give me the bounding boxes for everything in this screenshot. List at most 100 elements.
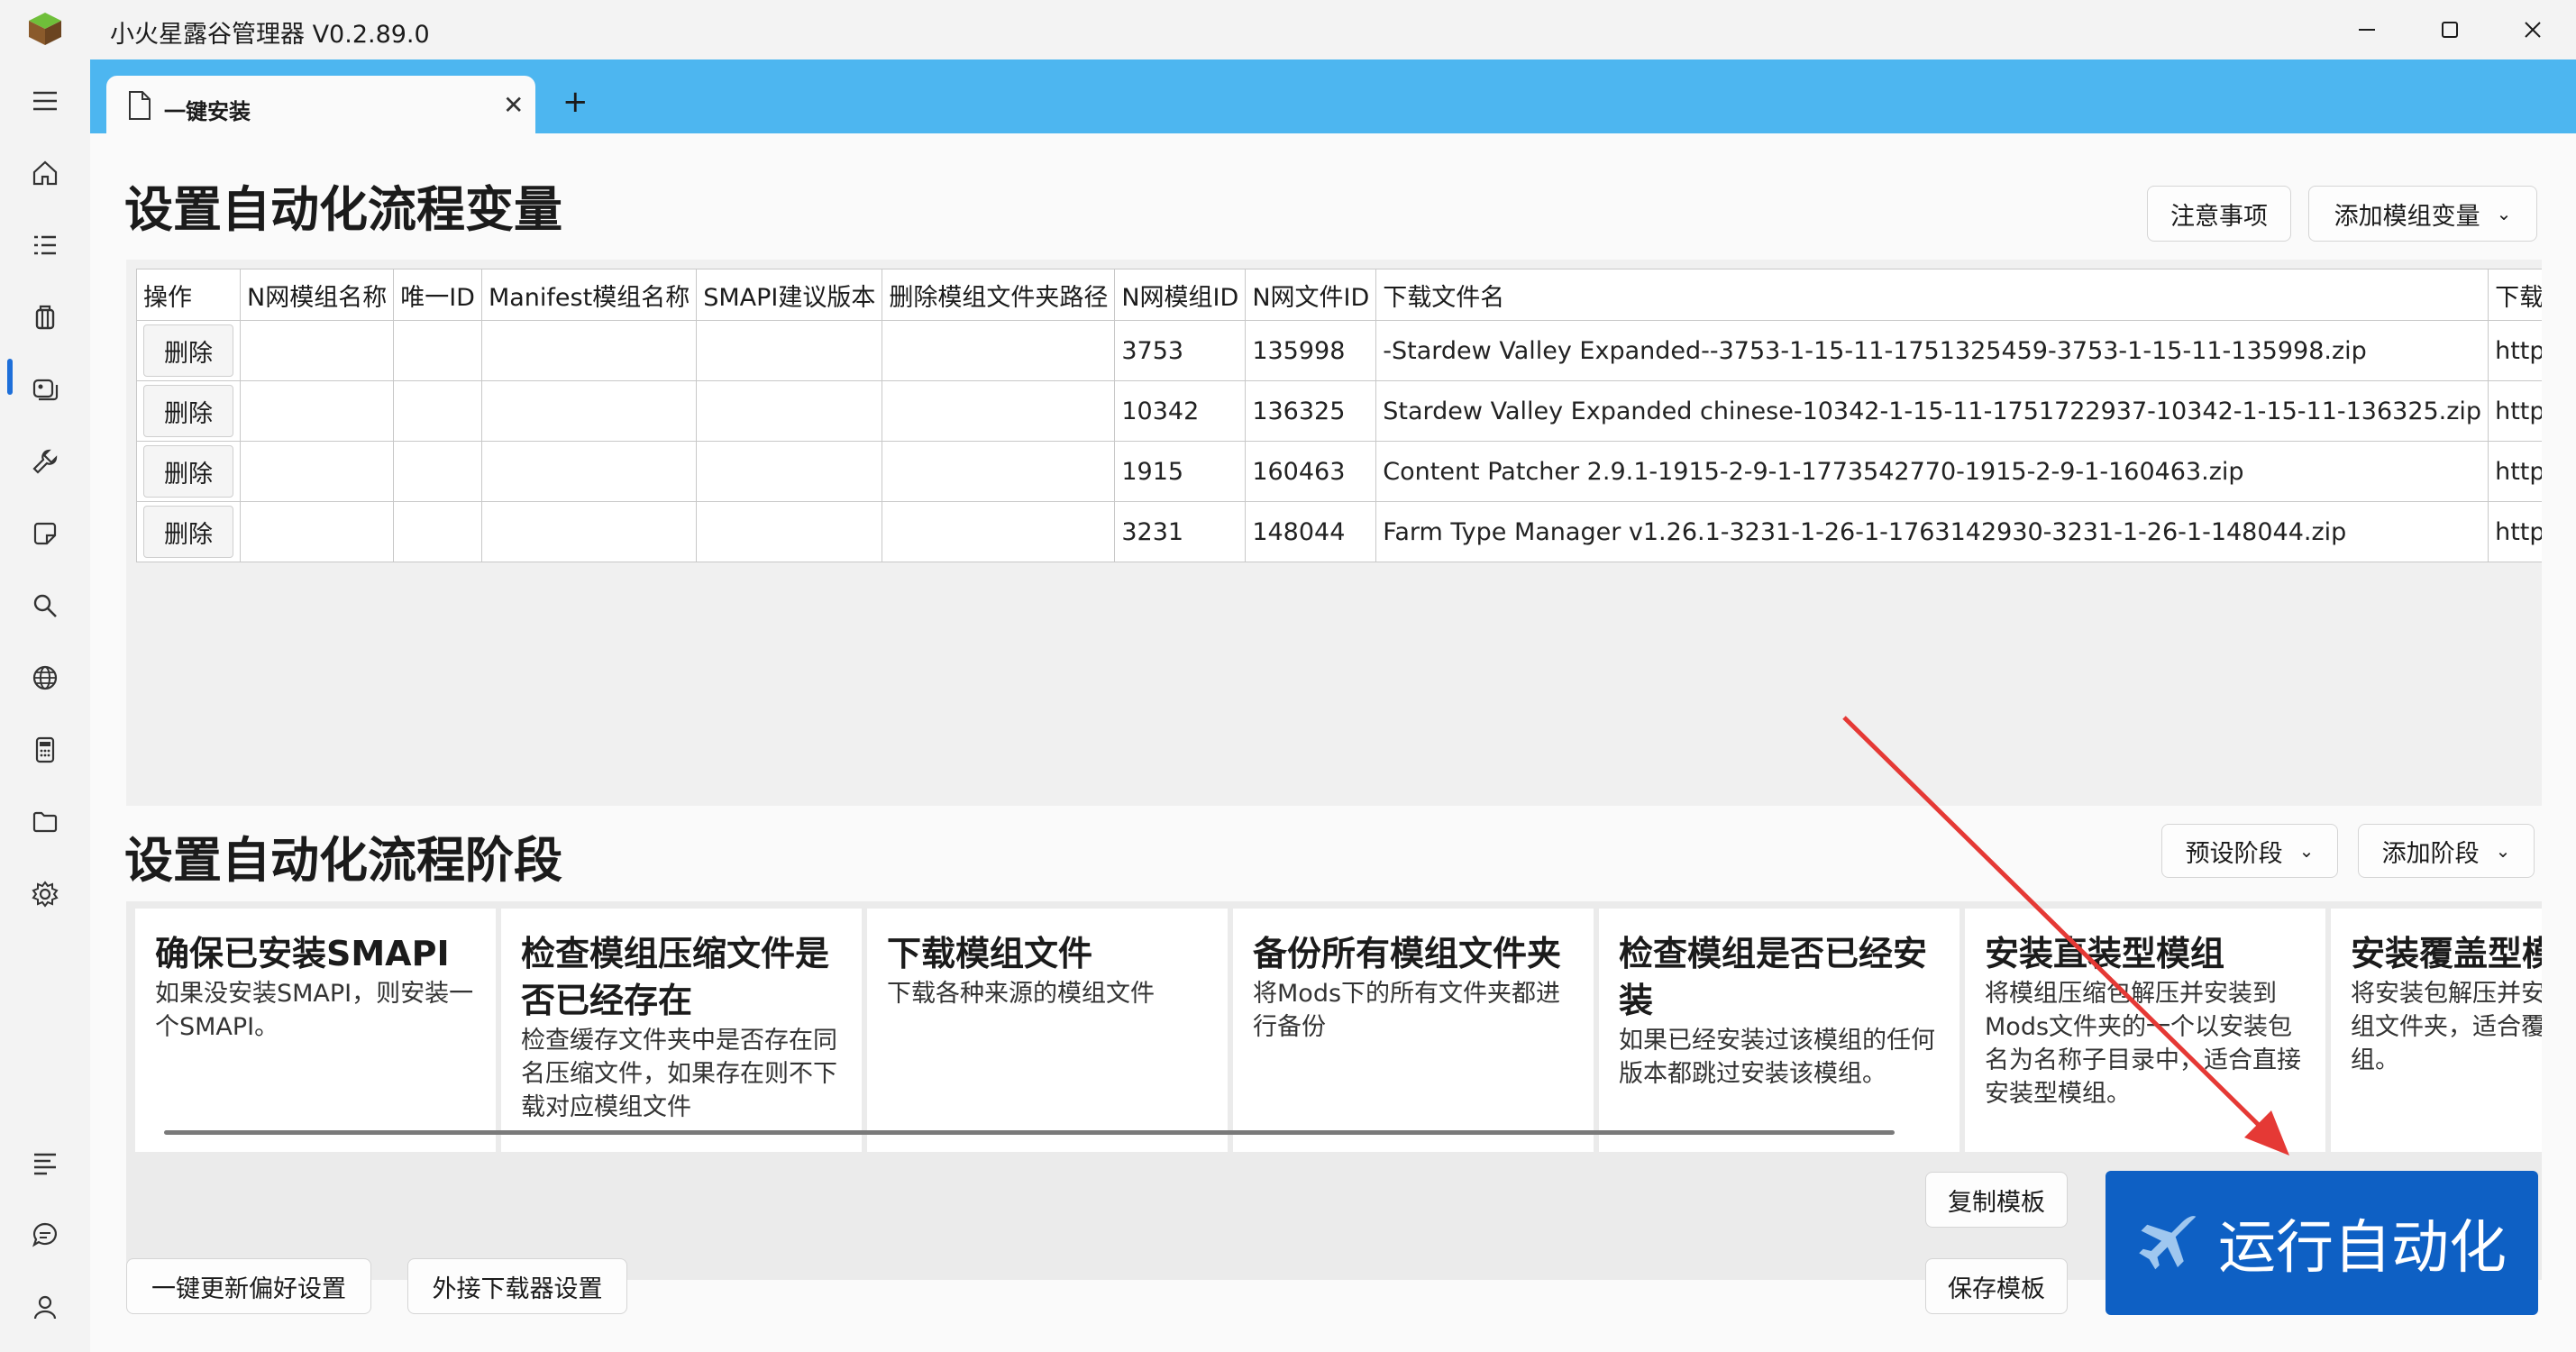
table-cell[interactable] <box>480 501 698 562</box>
variables-table: 操作 N网模组名称 唯一ID Manifest模组名称 SMAPI建议版本 删除… <box>136 269 2542 562</box>
table-cell[interactable] <box>239 380 395 442</box>
stage-description: 下载各种来源的模组文件 <box>887 980 1155 1008</box>
minimize-icon <box>2359 29 2375 31</box>
package-icon[interactable] <box>25 297 65 337</box>
note-icon[interactable] <box>25 514 65 553</box>
add-stage-button[interactable]: 添加阶段 ⌄ <box>2358 824 2535 878</box>
column-header[interactable]: 删除模组文件夹路径 <box>882 269 1116 321</box>
close-button[interactable] <box>2491 0 2574 59</box>
delete-button[interactable]: 删除 <box>143 506 233 558</box>
table-cell[interactable] <box>480 380 698 442</box>
table-cell[interactable]: Content Patcher 2.9.1-1915-2-9-1-1773542… <box>1375 441 2489 502</box>
stage-card[interactable]: 安装直装型模组 将模组压缩包解压并安装到Mods文件夹的一个以安装包名为名称子目… <box>1965 909 2325 1152</box>
column-header[interactable]: N网文件ID <box>1245 269 1377 321</box>
column-header[interactable]: 操作 <box>136 269 241 321</box>
table-cell[interactable]: https <box>2488 501 2542 562</box>
calculator-icon[interactable] <box>25 730 65 770</box>
delete-button[interactable]: 删除 <box>143 324 233 377</box>
main-content: 设置自动化流程变量 注意事项 添加模组变量 ⌄ 操作 N网模组名称 唯一ID Ma… <box>90 133 2576 1352</box>
table-cell[interactable] <box>393 380 482 442</box>
globe-icon[interactable] <box>25 658 65 698</box>
stages-scrollbar[interactable] <box>164 1130 1895 1135</box>
tab-one-click-install[interactable]: 一键安装 ✕ <box>106 76 535 135</box>
run-automation-button[interactable]: 运行自动化 <box>2106 1171 2538 1315</box>
column-header[interactable]: 唯一ID <box>393 269 482 321</box>
settings-icon[interactable] <box>25 874 65 914</box>
table-cell[interactable] <box>882 441 1116 502</box>
delete-button[interactable]: 删除 <box>143 445 233 498</box>
search-icon[interactable] <box>25 586 65 626</box>
table-cell[interactable]: 135998 <box>1245 320 1377 381</box>
document-icon <box>129 91 151 120</box>
table-cell[interactable] <box>882 501 1116 562</box>
table-cell[interactable]: 1915 <box>1114 441 1247 502</box>
folder-icon[interactable] <box>25 802 65 842</box>
stage-card[interactable]: 安装覆盖型模组 将安装包解压并安装的一个模组文件夹，适合覆盖型安装模组。 <box>2331 909 2542 1152</box>
add-variable-button[interactable]: 添加模组变量 ⌄ <box>2308 186 2537 242</box>
table-cell[interactable]: 10342 <box>1114 380 1247 442</box>
add-tab-button[interactable]: + <box>562 87 589 117</box>
update-preferences-button[interactable]: 一键更新偏好设置 <box>126 1258 371 1314</box>
table-cell[interactable] <box>882 320 1116 381</box>
wrench-icon[interactable] <box>25 442 65 481</box>
table-cell[interactable]: https <box>2488 320 2542 381</box>
stage-card[interactable]: 确保已安装SMAPI 如果没安装SMAPI，则安装一个SMAPI。 <box>135 909 496 1152</box>
table-cell[interactable]: 3753 <box>1114 320 1247 381</box>
table-cell[interactable] <box>239 441 395 502</box>
table-cell[interactable] <box>882 380 1116 442</box>
delete-button[interactable]: 删除 <box>143 385 233 437</box>
column-header[interactable]: 下载文件名 <box>1375 269 2489 321</box>
chat-icon[interactable] <box>25 1215 65 1255</box>
stage-description: 将安装包解压并安装的一个模组文件夹，适合覆盖型安装模组。 <box>2351 980 2542 1074</box>
maximize-button[interactable] <box>2408 0 2491 59</box>
table-cell[interactable] <box>696 320 883 381</box>
stage-description: 如果没安装SMAPI，则安装一个SMAPI。 <box>155 980 474 1041</box>
column-header[interactable]: N网模组名称 <box>239 269 395 321</box>
minimize-button[interactable] <box>2325 0 2408 59</box>
table-cell[interactable]: Stardew Valley Expanded chinese-10342-1-… <box>1375 380 2489 442</box>
table-cell[interactable] <box>393 501 482 562</box>
stage-card[interactable]: 下载模组文件 下载各种来源的模组文件 <box>867 909 1228 1152</box>
table-cell[interactable] <box>239 501 395 562</box>
stages-section-title: 设置自动化流程阶段 <box>124 832 562 889</box>
table-cell[interactable] <box>696 441 883 502</box>
table-cell[interactable]: 160463 <box>1245 441 1377 502</box>
stage-card[interactable]: 检查模组是否已经安装 如果已经安装过该模组的任何版本都跳过安装该模组。 <box>1599 909 1959 1152</box>
table-cell[interactable] <box>696 501 883 562</box>
preset-stage-button[interactable]: 预设阶段 ⌄ <box>2161 824 2338 878</box>
maximize-icon <box>2442 22 2458 38</box>
images-icon[interactable] <box>25 370 65 409</box>
column-header[interactable]: N网模组ID <box>1114 269 1247 321</box>
save-template-button[interactable]: 保存模板 <box>1925 1258 2068 1314</box>
table-cell[interactable] <box>393 441 482 502</box>
table-cell[interactable]: https <box>2488 380 2542 442</box>
user-icon[interactable] <box>25 1287 65 1327</box>
table-cell[interactable] <box>696 380 883 442</box>
downloader-settings-button[interactable]: 外接下载器设置 <box>407 1258 627 1314</box>
table-cell[interactable]: 3231 <box>1114 501 1247 562</box>
table-cell[interactable] <box>239 320 395 381</box>
table-cell[interactable]: 148044 <box>1245 501 1377 562</box>
table-cell[interactable] <box>393 320 482 381</box>
list-icon[interactable] <box>25 225 65 265</box>
notes-button[interactable]: 注意事项 <box>2147 186 2291 242</box>
menu-lines-icon[interactable] <box>25 1143 65 1183</box>
home-icon[interactable] <box>25 153 65 193</box>
table-cell[interactable]: https <box>2488 441 2542 502</box>
stage-card[interactable]: 备份所有模组文件夹 将Mods下的所有文件夹都进行备份 <box>1233 909 1594 1152</box>
table-cell[interactable]: -Stardew Valley Expanded--3753-1-15-11-1… <box>1375 320 2489 381</box>
table-cell[interactable]: 136325 <box>1245 380 1377 442</box>
column-header[interactable]: Manifest模组名称 <box>480 269 698 321</box>
variables-grid: 操作 N网模组名称 唯一ID Manifest模组名称 SMAPI建议版本 删除… <box>126 260 2542 806</box>
table-cell[interactable] <box>480 441 698 502</box>
app-logo-icon <box>29 13 61 45</box>
tab-close-icon[interactable]: ✕ <box>503 90 524 120</box>
copy-template-button[interactable]: 复制模板 <box>1925 1172 2068 1228</box>
column-header[interactable]: SMAPI建议版本 <box>696 269 883 321</box>
app-title: 小火星露谷管理器 V0.2.89.0 <box>110 21 430 49</box>
column-header[interactable]: 下载页 <box>2488 269 2542 321</box>
table-cell[interactable] <box>480 320 698 381</box>
hamburger-menu-icon[interactable] <box>25 81 65 121</box>
table-cell[interactable]: Farm Type Manager v1.26.1-3231-1-26-1-17… <box>1375 501 2489 562</box>
stage-card[interactable]: 检查模组压缩文件是否已经存在 检查缓存文件夹中是否存在同名压缩文件，如果存在则不… <box>501 909 862 1152</box>
